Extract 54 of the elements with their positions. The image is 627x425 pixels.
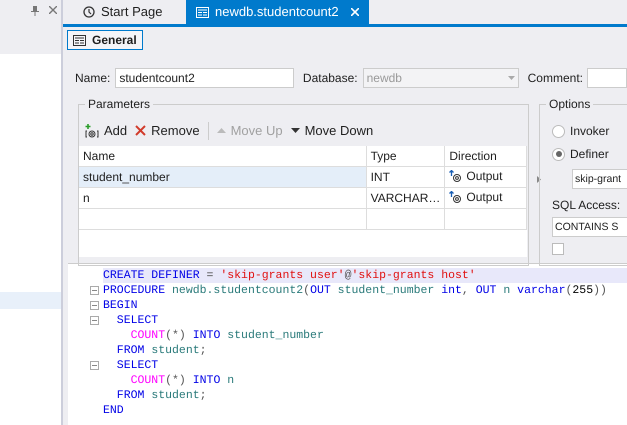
- sql-access-field[interactable]: CONTAINS S: [552, 216, 627, 236]
- checkbox[interactable]: [552, 242, 564, 254]
- remove-button[interactable]: Remove: [135, 120, 200, 140]
- code-line: FROM student;: [116, 388, 208, 402]
- direction-cell: Output: [449, 167, 502, 185]
- remove-icon: [135, 125, 146, 136]
- code-line: FROM student;: [116, 342, 208, 358]
- tab[interactable]: Start Page: [73, 0, 186, 24]
- parameter-row[interactable]: student_number INT Output: [79, 166, 526, 188]
- start-page-icon: [83, 6, 95, 18]
- pin-icon[interactable]: [31, 6, 39, 16]
- fold-button[interactable]: [90, 316, 99, 324]
- output-icon: [449, 170, 462, 182]
- general-button[interactable]: General: [67, 30, 143, 50]
- code-line: COUNT(*) INTO student_number: [130, 328, 325, 342]
- database-label: Database:: [302, 70, 358, 86]
- tab[interactable]: newdb.studentcount2: [186, 0, 369, 24]
- code-line: END: [103, 402, 125, 418]
- code-line: BEGIN: [103, 298, 139, 312]
- add-button[interactable]: Add: [85, 120, 128, 140]
- comment-label: Comment:: [528, 70, 583, 86]
- code-line: COUNT(*) INTO n: [130, 372, 236, 388]
- code-line: PROCEDURE newdb.studentcount2(OUT student_number int, OUT n varchar(255)): [103, 282, 608, 298]
- radio-button[interactable]: [552, 148, 565, 160]
- code-line: SELECT: [116, 358, 160, 372]
- sql-access-label: SQL Access:: [552, 196, 622, 214]
- parameter-type: INT: [370, 170, 390, 184]
- add-parameter-icon: [85, 124, 99, 138]
- down-button[interactable]: Move Down: [290, 120, 374, 140]
- radio-button[interactable]: [552, 124, 565, 138]
- parameter-name: n: [83, 191, 90, 205]
- name-label: Name:: [75, 70, 110, 86]
- code-line: SELECT: [116, 312, 160, 328]
- radio-label: Invoker: [570, 123, 610, 140]
- output-icon: [449, 191, 462, 203]
- down-arrow-icon: [290, 128, 300, 133]
- expand-arrow-icon[interactable]: [537, 176, 541, 182]
- up-arrow-icon: [216, 128, 226, 133]
- parameter-name: student_number: [83, 170, 170, 184]
- definer-field[interactable]: skip-grant: [572, 168, 627, 188]
- form-icon: [73, 34, 86, 46]
- parameter-type: VARCHAR…: [370, 191, 440, 205]
- row-highlight: [0, 292, 61, 309]
- fold-button[interactable]: [90, 360, 99, 370]
- fold-button[interactable]: [90, 300, 99, 310]
- dropdown-arrow-icon: [508, 76, 515, 80]
- close-icon[interactable]: [49, 6, 57, 14]
- name-field[interactable]: studentcount2: [115, 68, 294, 88]
- direction-cell: Output: [449, 188, 502, 206]
- routine-icon: [196, 6, 209, 18]
- comment-field[interactable]: [587, 68, 627, 88]
- fold-button[interactable]: [90, 286, 99, 294]
- radio-label: Definer: [570, 146, 609, 163]
- parameter-row[interactable]: n VARCHAR… Output: [79, 188, 526, 208]
